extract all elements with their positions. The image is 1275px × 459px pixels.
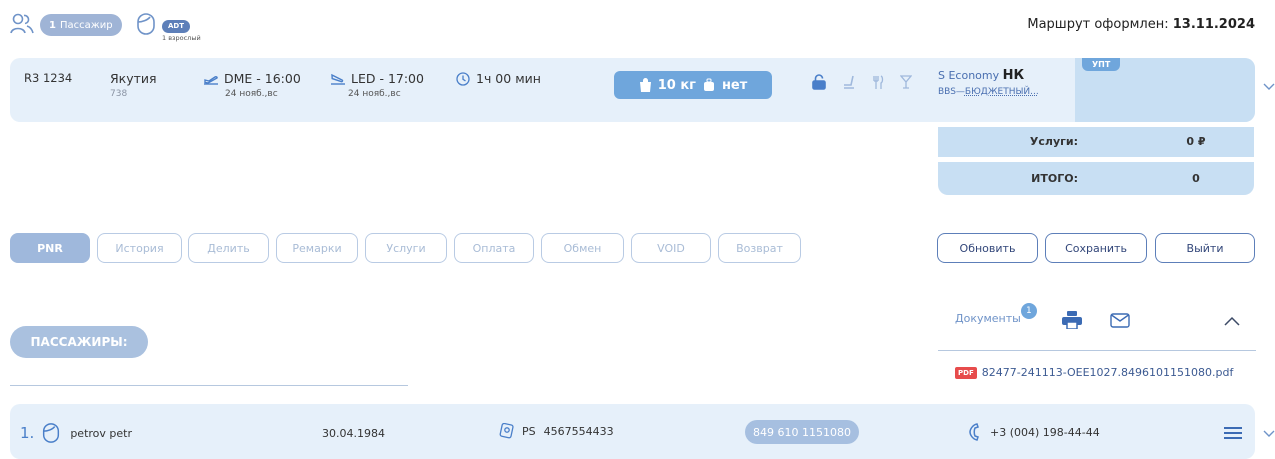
passenger-face-icon bbox=[134, 12, 158, 36]
arrival-date: 24 нояб.,вс bbox=[348, 89, 401, 99]
ticket-number[interactable]: 849 610 1151080 bbox=[745, 420, 859, 444]
route-status: Маршрут оформлен: 13.11.2024 bbox=[1027, 17, 1255, 32]
passenger-avatar-icon bbox=[40, 422, 62, 444]
documents-label[interactable]: Документы bbox=[955, 312, 1021, 325]
phone-number: +3 (004) 198-44-44 bbox=[990, 425, 1100, 439]
remarks-button[interactable]: Ремарки bbox=[276, 233, 358, 263]
passengers-icon bbox=[10, 13, 34, 35]
pax-type-block: ADT 1 взрослый bbox=[162, 13, 201, 42]
payment-button[interactable]: Оплата bbox=[454, 233, 534, 263]
document-file-name[interactable]: 82477-241113-OEE1027.8496101151080.pdf bbox=[982, 366, 1234, 379]
aircraft-type: 738 bbox=[110, 89, 128, 99]
passport-icon bbox=[498, 423, 514, 439]
services-button[interactable]: Услуги bbox=[365, 233, 447, 263]
total-label: ИТОГО: bbox=[1031, 172, 1078, 185]
departure-block: DME - 16:00 24 нояб.,вс bbox=[203, 71, 301, 99]
fare-info: S Economy НК BBS—БЮДЖЕТНЫЙ... bbox=[938, 68, 1039, 97]
departure-date: 24 нояб.,вс bbox=[225, 89, 278, 99]
document-number: 4567554433 bbox=[543, 424, 614, 438]
void-button[interactable]: VOID bbox=[631, 233, 711, 263]
pax-type-badge: ADT bbox=[162, 20, 191, 33]
refund-button[interactable]: Возврат bbox=[718, 233, 801, 263]
fare-code: НК bbox=[1002, 68, 1025, 83]
total-value: 0 bbox=[1192, 172, 1200, 185]
seat-icon bbox=[842, 75, 856, 89]
refresh-button[interactable]: Обновить bbox=[937, 233, 1038, 263]
services-label: Услуги: bbox=[1029, 135, 1078, 148]
route-status-date: 13.11.2024 bbox=[1172, 17, 1255, 32]
amenities-icons bbox=[812, 74, 912, 90]
document-file-row[interactable]: PDF 82477-241113-OEE1027.8496101151080.p… bbox=[955, 366, 1233, 379]
hand-luggage: нет bbox=[721, 77, 748, 93]
arrival: LED - 17:00 bbox=[351, 71, 424, 86]
grand-total-row: ИТОГО: 0 bbox=[938, 162, 1254, 195]
save-button[interactable]: Сохранить bbox=[1045, 233, 1147, 263]
duration: 1ч 00 мин bbox=[476, 71, 541, 86]
fare-name-link[interactable]: БЮДЖЕТНЫЙ... bbox=[965, 87, 1039, 97]
upt-tag: УПТ bbox=[1082, 58, 1121, 71]
baggage-button[interactable]: 10 кг нет bbox=[614, 71, 772, 99]
seat-lock-icon bbox=[812, 74, 826, 90]
collapse-documents-chevron-icon[interactable] bbox=[1224, 316, 1240, 326]
airline-block: Якутия 738 bbox=[110, 71, 157, 99]
takeoff-icon bbox=[203, 73, 219, 85]
pdf-icon: PDF bbox=[955, 366, 977, 379]
email-icon[interactable] bbox=[1110, 313, 1130, 328]
arrival-block: LED - 17:00 24 нояб.,вс bbox=[330, 71, 424, 99]
flight-code: R3 1234 bbox=[24, 71, 73, 85]
passenger-count: 1 bbox=[49, 19, 56, 31]
document-type: PS bbox=[522, 424, 536, 438]
passengers-section-title: ПАССАЖИРЫ: bbox=[10, 326, 148, 358]
documents-divider bbox=[938, 350, 1256, 351]
expand-passenger-chevron-icon[interactable] bbox=[1263, 430, 1275, 438]
airline-name: Якутия bbox=[110, 71, 157, 86]
service-class: S Economy bbox=[938, 69, 1000, 82]
bag-icon bbox=[639, 78, 652, 92]
documents-count: 1 bbox=[1020, 303, 1037, 319]
passenger-name-block: 1. petrov petr bbox=[20, 422, 132, 444]
passenger-menu-icon[interactable] bbox=[1224, 426, 1242, 440]
route-status-label: Маршрут оформлен: bbox=[1027, 17, 1169, 32]
expand-flight-chevron-icon[interactable] bbox=[1263, 83, 1275, 91]
exchange-button[interactable]: Обмен bbox=[541, 233, 624, 263]
flight-code-block: R3 1234 bbox=[24, 71, 72, 85]
duration-block: 1ч 00 мин bbox=[456, 71, 541, 86]
passenger-index: 1. bbox=[20, 424, 35, 442]
documents-block: Документы 1 bbox=[955, 303, 1037, 326]
passenger-count-pill[interactable]: 1 Пассажир bbox=[40, 14, 122, 36]
hand-luggage-icon bbox=[702, 78, 716, 92]
fare-basis: BBS bbox=[938, 87, 956, 97]
passenger-label: Пассажир bbox=[59, 19, 113, 31]
landing-icon bbox=[330, 73, 346, 85]
phone-icon bbox=[968, 423, 980, 441]
passenger-phone: +3 (004) 198-44-44 bbox=[968, 423, 1100, 441]
passenger-birth-date: 30.04.1984 bbox=[322, 427, 385, 440]
passenger-name: petrov petr bbox=[70, 426, 132, 440]
services-value: 0 ₽ bbox=[1186, 135, 1206, 148]
passenger-document: PS 4567554433 bbox=[498, 423, 614, 439]
departure: DME - 16:00 bbox=[224, 71, 301, 86]
clock-icon bbox=[456, 71, 470, 86]
baggage-weight: 10 кг bbox=[657, 77, 696, 93]
print-icon[interactable] bbox=[1062, 311, 1082, 329]
split-button[interactable]: Делить bbox=[188, 233, 269, 263]
pax-type-desc: 1 взрослый bbox=[162, 34, 201, 42]
passengers-divider bbox=[10, 385, 408, 386]
exit-button[interactable]: Выйти bbox=[1155, 233, 1255, 263]
history-button[interactable]: История bbox=[97, 233, 182, 263]
services-total-row: Услуги: 0 ₽ bbox=[938, 127, 1254, 157]
pnr-button[interactable]: PNR bbox=[10, 233, 90, 263]
drink-icon bbox=[900, 75, 912, 89]
meal-icon bbox=[872, 75, 884, 89]
